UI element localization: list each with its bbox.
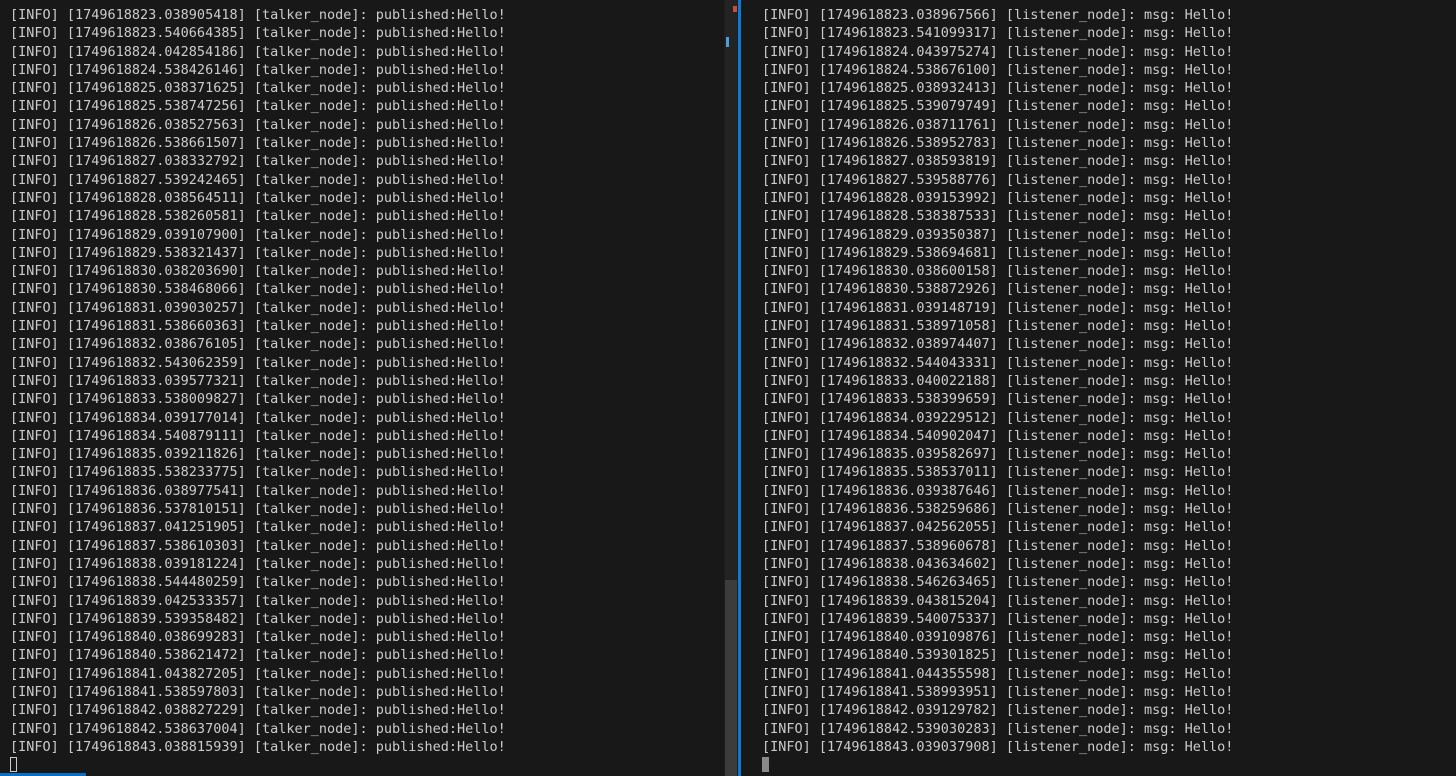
log-line: [INFO] [1749618841.043827205] [talker_no…: [10, 665, 506, 682]
terminal-pane-talker[interactable]: [INFO] [1749618823.038905418] [talker_no…: [0, 0, 724, 776]
log-line: [INFO] [1749618831.538660363] [talker_no…: [10, 318, 506, 335]
log-line: [INFO] [1749618823.541099317] [listener_…: [762, 25, 1234, 42]
log-line: [INFO] [1749618830.038600158] [listener_…: [762, 263, 1234, 280]
log-line: [INFO] [1749618831.039148719] [listener_…: [762, 299, 1234, 316]
log-line: [INFO] [1749618835.039582697] [listener_…: [762, 446, 1234, 463]
log-line: [INFO] [1749618842.538637004] [talker_no…: [10, 720, 506, 737]
terminal-pane-listener[interactable]: [INFO] [1749618823.038967566] [listener_…: [741, 0, 1456, 776]
log-line: [INFO] [1749618839.539358482] [talker_no…: [10, 610, 506, 627]
log-line: [INFO] [1749618838.544480259] [talker_no…: [10, 574, 506, 591]
log-line: [INFO] [1749618828.538387533] [listener_…: [762, 208, 1234, 225]
log-line: [INFO] [1749618834.540902047] [listener_…: [762, 427, 1234, 444]
log-line: [INFO] [1749618824.538426146] [talker_no…: [10, 61, 506, 78]
log-line: [INFO] [1749618833.538399659] [listener_…: [762, 391, 1234, 408]
log-line: [INFO] [1749618823.540664385] [talker_no…: [10, 25, 506, 42]
terminal-cursor: [762, 757, 769, 772]
log-line: [INFO] [1749618840.539301825] [listener_…: [762, 647, 1234, 664]
log-line: [INFO] [1749618836.538259686] [listener_…: [762, 501, 1234, 518]
log-line: [INFO] [1749618826.538952783] [listener_…: [762, 135, 1234, 152]
log-line: [INFO] [1749618838.039181224] [talker_no…: [10, 555, 506, 572]
log-line: [INFO] [1749618828.039153992] [listener_…: [762, 189, 1234, 206]
log-line: [INFO] [1749618841.538993951] [listener_…: [762, 683, 1234, 700]
log-line: [INFO] [1749618823.038967566] [listener_…: [762, 7, 1234, 23]
log-line: [INFO] [1749618829.039350387] [listener_…: [762, 226, 1234, 243]
log-line: [INFO] [1749618839.540075337] [listener_…: [762, 610, 1234, 627]
log-line: [INFO] [1749618838.043634602] [listener_…: [762, 555, 1234, 572]
log-line: [INFO] [1749618826.038711761] [listener_…: [762, 116, 1234, 133]
log-line: [INFO] [1749618830.038203690] [talker_no…: [10, 263, 506, 280]
log-line: [INFO] [1749618839.043815204] [listener_…: [762, 592, 1234, 609]
log-line: [INFO] [1749618823.038905418] [talker_no…: [10, 7, 506, 23]
log-line: [INFO] [1749618842.039129782] [listener_…: [762, 702, 1234, 719]
log-line: [INFO] [1749618825.038932413] [listener_…: [762, 80, 1234, 97]
log-line: [INFO] [1749618840.038699283] [talker_no…: [10, 629, 506, 646]
log-line: [INFO] [1749618833.040022188] [listener_…: [762, 372, 1234, 389]
log-line: [INFO] [1749618835.039211826] [talker_no…: [10, 446, 506, 463]
scrollbar-marker-error: [733, 6, 737, 12]
log-line: [INFO] [1749618832.543062359] [talker_no…: [10, 354, 506, 371]
log-line: [INFO] [1749618831.039030257] [talker_no…: [10, 299, 506, 316]
terminal-split-view: [INFO] [1749618823.038905418] [talker_no…: [0, 0, 1456, 776]
log-line: [INFO] [1749618824.042854186] [talker_no…: [10, 43, 506, 60]
log-line: [INFO] [1749618827.539588776] [listener_…: [762, 171, 1234, 188]
log-line: [INFO] [1749618829.039107900] [talker_no…: [10, 226, 506, 243]
terminal-output-listener: [INFO] [1749618823.038967566] [listener_…: [762, 6, 1233, 756]
log-line: [INFO] [1749618840.039109876] [listener_…: [762, 629, 1234, 646]
log-line: [INFO] [1749618828.538260581] [talker_no…: [10, 208, 506, 225]
log-line: [INFO] [1749618833.039577321] [talker_no…: [10, 372, 506, 389]
log-line: [INFO] [1749618840.538621472] [talker_no…: [10, 647, 506, 664]
log-line: [INFO] [1749618836.038977541] [talker_no…: [10, 482, 506, 499]
scrollbar-marker-info: [726, 37, 729, 47]
terminal-scrollbar[interactable]: [724, 0, 738, 776]
log-line: [INFO] [1749618842.539030283] [listener_…: [762, 720, 1234, 737]
log-line: [INFO] [1749618838.546263465] [listener_…: [762, 574, 1234, 591]
log-line: [INFO] [1749618826.538661507] [talker_no…: [10, 135, 506, 152]
log-line: [INFO] [1749618834.039177014] [talker_no…: [10, 409, 506, 426]
log-line: [INFO] [1749618841.538597803] [talker_no…: [10, 683, 506, 700]
log-line: [INFO] [1749618832.038974407] [listener_…: [762, 336, 1234, 353]
log-line: [INFO] [1749618835.538233775] [talker_no…: [10, 464, 506, 481]
log-line: [INFO] [1749618834.540879111] [talker_no…: [10, 427, 506, 444]
log-line: [INFO] [1749618841.044355598] [listener_…: [762, 665, 1234, 682]
log-line: [INFO] [1749618830.538872926] [listener_…: [762, 281, 1234, 298]
log-line: [INFO] [1749618842.038827229] [talker_no…: [10, 702, 506, 719]
log-line: [INFO] [1749618827.038332792] [talker_no…: [10, 153, 506, 170]
log-line: [INFO] [1749618836.537810151] [talker_no…: [10, 501, 506, 518]
log-line: [INFO] [1749618837.538610303] [talker_no…: [10, 537, 506, 554]
log-line: [INFO] [1749618825.538747256] [talker_no…: [10, 98, 506, 115]
log-line: [INFO] [1749618828.038564511] [talker_no…: [10, 189, 506, 206]
log-line: [INFO] [1749618832.544043331] [listener_…: [762, 354, 1234, 371]
log-line: [INFO] [1749618829.538694681] [listener_…: [762, 244, 1234, 261]
log-line: [INFO] [1749618839.042533357] [talker_no…: [10, 592, 506, 609]
log-line: [INFO] [1749618824.538676100] [listener_…: [762, 61, 1234, 78]
log-line: [INFO] [1749618831.538971058] [listener_…: [762, 318, 1234, 335]
log-line: [INFO] [1749618824.043975274] [listener_…: [762, 43, 1234, 60]
log-line: [INFO] [1749618829.538321437] [talker_no…: [10, 244, 506, 261]
log-line: [INFO] [1749618827.539242465] [talker_no…: [10, 171, 506, 188]
log-line: [INFO] [1749618835.538537011] [listener_…: [762, 464, 1234, 481]
log-line: [INFO] [1749618830.538468066] [talker_no…: [10, 281, 506, 298]
log-line: [INFO] [1749618825.038371625] [talker_no…: [10, 80, 506, 97]
log-line: [INFO] [1749618833.538009827] [talker_no…: [10, 391, 506, 408]
log-line: [INFO] [1749618827.038593819] [listener_…: [762, 153, 1234, 170]
log-line: [INFO] [1749618826.038527563] [talker_no…: [10, 116, 506, 133]
log-line: [INFO] [1749618837.538960678] [listener_…: [762, 537, 1234, 554]
log-line: [INFO] [1749618843.039037908] [listener_…: [762, 738, 1234, 755]
log-line: [INFO] [1749618825.539079749] [listener_…: [762, 98, 1234, 115]
terminal-output-talker: [INFO] [1749618823.038905418] [talker_no…: [10, 6, 506, 756]
log-line: [INFO] [1749618837.042562055] [listener_…: [762, 519, 1234, 536]
scrollbar-thumb[interactable]: [725, 580, 737, 776]
log-line: [INFO] [1749618837.041251905] [talker_no…: [10, 519, 506, 536]
log-line: [INFO] [1749618843.038815939] [talker_no…: [10, 738, 506, 755]
log-line: [INFO] [1749618832.038676105] [talker_no…: [10, 336, 506, 353]
terminal-cursor: [10, 757, 17, 772]
log-line: [INFO] [1749618836.039387646] [listener_…: [762, 482, 1234, 499]
log-line: [INFO] [1749618834.039229512] [listener_…: [762, 409, 1234, 426]
